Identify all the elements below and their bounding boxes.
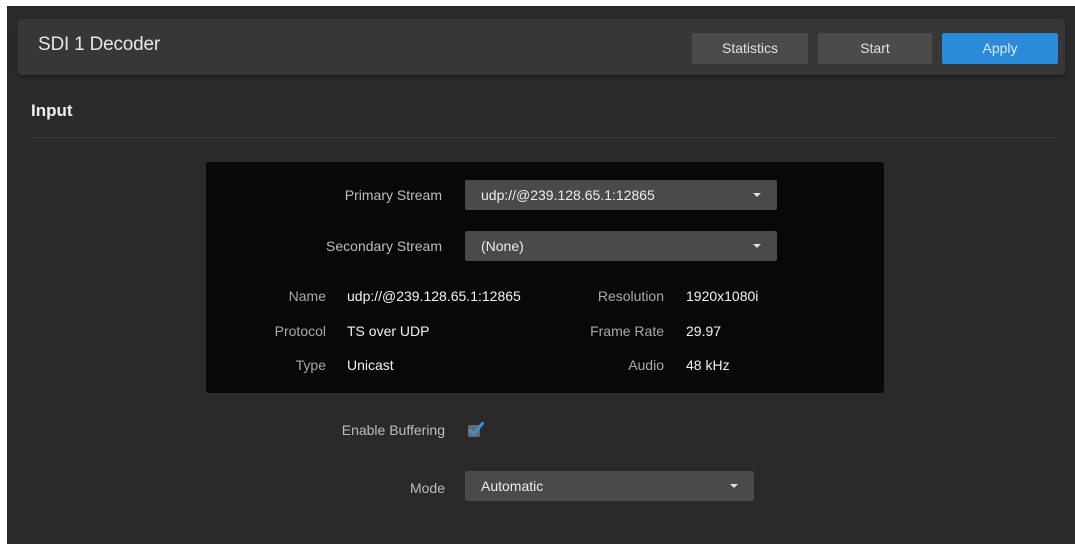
mode-value: Automatic bbox=[481, 478, 544, 494]
apply-button[interactable]: Apply bbox=[942, 33, 1058, 64]
enable-buffering-label: Enable Buffering bbox=[341, 422, 445, 438]
statistics-button[interactable]: Statistics bbox=[692, 33, 808, 64]
audio-value: 48 kHz bbox=[686, 357, 730, 373]
primary-stream-select[interactable]: udp://@239.128.65.1:12865 bbox=[465, 180, 777, 210]
decoder-page: SDI 1 Decoder Statistics Start Apply Inp… bbox=[7, 6, 1075, 544]
frame-rate-value: 29.97 bbox=[686, 323, 722, 339]
name-label: Name bbox=[288, 288, 326, 304]
chevron-down-icon bbox=[753, 244, 761, 248]
chevron-down-icon bbox=[753, 193, 761, 197]
protocol-value: TS over UDP bbox=[347, 323, 430, 339]
header-bar: SDI 1 Decoder Statistics Start Apply bbox=[17, 19, 1065, 75]
secondary-stream-select[interactable]: (None) bbox=[465, 231, 777, 261]
chevron-down-icon bbox=[730, 484, 738, 488]
resolution-label: Resolution bbox=[597, 288, 664, 304]
resolution-value: 1920x1080i bbox=[686, 288, 759, 304]
primary-stream-value: udp://@239.128.65.1:12865 bbox=[481, 187, 655, 203]
stream-info-panel: Primary Stream udp://@239.128.65.1:12865… bbox=[206, 162, 884, 393]
frame-rate-label: Frame Rate bbox=[590, 323, 664, 339]
audio-label: Audio bbox=[628, 357, 664, 373]
secondary-stream-value: (None) bbox=[481, 238, 524, 254]
type-label: Type bbox=[295, 357, 326, 373]
protocol-label: Protocol bbox=[274, 323, 326, 339]
secondary-stream-label: Secondary Stream bbox=[326, 238, 442, 254]
enable-buffering-checkbox[interactable] bbox=[467, 421, 484, 438]
mode-select[interactable]: Automatic bbox=[465, 471, 754, 501]
type-value: Unicast bbox=[347, 357, 394, 373]
checkmark-icon bbox=[468, 422, 484, 437]
section-title-input: Input bbox=[31, 101, 73, 120]
section-divider bbox=[31, 137, 1056, 138]
mode-label: Mode bbox=[409, 480, 445, 496]
name-value: udp://@239.128.65.1:12865 bbox=[347, 288, 521, 304]
page-title: SDI 1 Decoder bbox=[38, 34, 161, 55]
start-button[interactable]: Start bbox=[818, 33, 932, 64]
primary-stream-label: Primary Stream bbox=[344, 187, 442, 203]
